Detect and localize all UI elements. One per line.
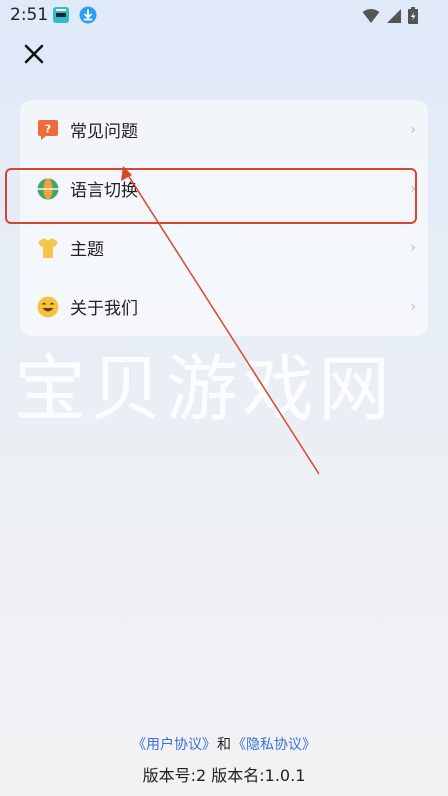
battery-icon: [408, 7, 418, 24]
download-icon: [79, 6, 97, 24]
app-notification-icon: [53, 7, 69, 23]
tshirt-icon: [38, 237, 58, 258]
privacy-policy-link[interactable]: 《隐私协议》: [232, 737, 316, 753]
user-agreement-link[interactable]: 《用户协议》: [132, 737, 216, 753]
chevron-right-icon: ›: [410, 121, 416, 138]
footer-links: 《用户协议》和《隐私协议》: [0, 734, 448, 754]
version-text: 版本号:2 版本名:1.0.1: [142, 766, 306, 785]
and-text: 和: [217, 737, 231, 753]
smile-icon: [37, 296, 59, 317]
chevron-right-icon: ›: [410, 298, 416, 315]
menu-item-label: 主题: [70, 240, 104, 260]
chevron-right-icon: ›: [410, 239, 416, 256]
question-icon: ?: [38, 119, 58, 140]
wifi-icon: [362, 8, 380, 23]
watermark: 宝贝游戏网: [14, 347, 395, 431]
menu-item-label: 关于我们: [70, 299, 138, 319]
status-time: 2:51: [10, 5, 49, 25]
signal-icon: [387, 8, 401, 23]
svg-text:?: ?: [45, 122, 51, 135]
menu-item-faq[interactable]: ? 常见问题 ›: [20, 100, 428, 159]
menu-item-about[interactable]: 关于我们 ›: [20, 277, 428, 336]
status-bar: 2:51: [0, 0, 448, 30]
highlight-box: [5, 168, 417, 224]
close-icon[interactable]: [20, 40, 48, 68]
menu-item-theme[interactable]: 主题 ›: [20, 218, 428, 277]
menu-item-label: 常见问题: [70, 122, 138, 142]
